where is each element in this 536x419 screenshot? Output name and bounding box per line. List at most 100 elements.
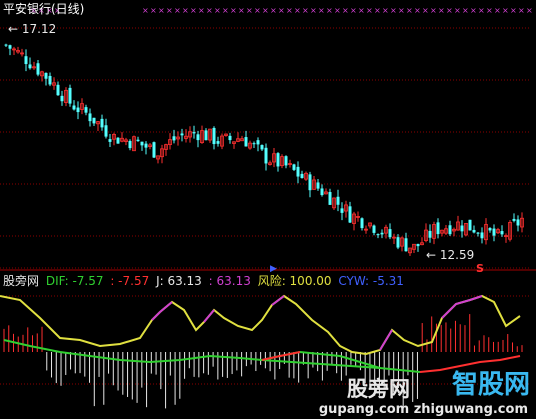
candle-body: [284, 156, 288, 166]
signal-cross-mark: ×: [334, 6, 341, 15]
candle-body: [252, 143, 256, 145]
j-line-high: [203, 309, 215, 323]
candle-body: [48, 75, 52, 85]
candle-body: [404, 238, 408, 252]
signal-cross-mark: ×: [358, 6, 365, 15]
candle-body: [328, 192, 332, 205]
candle-body: [380, 232, 384, 235]
signal-cross-mark: ×: [414, 6, 421, 15]
candle-body: [28, 64, 32, 69]
candle-body: [172, 136, 176, 141]
signal-cross-mark: ×: [446, 6, 453, 15]
candle-body: [260, 145, 264, 150]
candle-body: [372, 225, 376, 233]
signal-cross-mark: ×: [190, 6, 197, 15]
signal-cross-mark: ×: [246, 6, 253, 15]
signal-cross-mark: ×: [318, 6, 325, 15]
candle-body: [180, 133, 184, 136]
candle-body: [116, 137, 120, 144]
candle-body: [216, 141, 220, 144]
candle-body: [108, 139, 112, 142]
signal-cross-mark: ×: [206, 6, 213, 15]
signal-cross-mark: ×: [158, 6, 165, 15]
candle-body: [300, 173, 304, 179]
candle-body: [308, 174, 312, 191]
signal-cross-mark: ×: [230, 6, 237, 15]
candle-body: [24, 56, 28, 65]
signal-cross-mark: ×: [470, 6, 477, 15]
signal-cross-mark: ×: [478, 6, 485, 15]
candle-body: [76, 107, 80, 113]
signal-cross-mark: ×: [454, 6, 461, 15]
candle-body: [152, 142, 156, 158]
candle-body: [244, 137, 248, 147]
legend-cyw: CYW: -5.31: [338, 274, 404, 288]
signal-cross-mark: ×: [222, 6, 229, 15]
candle-body: [480, 232, 484, 239]
j-line-high: [441, 295, 483, 319]
legend-risk: 风险: 100.00: [257, 274, 332, 288]
blue-arrow-marker: ▶: [270, 264, 277, 274]
candle-body: [204, 130, 208, 141]
candle-body: [316, 182, 320, 189]
signal-cross-mark: ×: [310, 6, 317, 15]
sell-signal-marker: S: [476, 262, 484, 275]
signal-cross-mark: ×: [462, 6, 469, 15]
signal-cross-mark: ×: [518, 6, 525, 15]
candle-body: [436, 222, 440, 235]
candle-body: [492, 228, 496, 236]
signal-cross-mark: ×: [294, 6, 301, 15]
candle-body: [100, 118, 104, 128]
signal-cross-mark: ×: [166, 6, 173, 15]
candle-body: [472, 229, 476, 233]
signal-cross-mark: ×: [502, 6, 509, 15]
candle-body: [228, 135, 232, 141]
legend-j: J: 63.13: [156, 274, 202, 288]
candle-body: [264, 147, 268, 164]
signal-cross-mark: ×: [406, 6, 413, 15]
candle-body: [488, 228, 492, 231]
candle-body: [360, 218, 364, 229]
candle-body: [60, 95, 64, 102]
candle-body: [36, 63, 40, 75]
signal-cross-mark: ×: [142, 6, 149, 15]
candle-body: [376, 234, 380, 236]
signal-cross-mark: ×: [270, 6, 277, 15]
signal-cross-mark: ×: [174, 6, 181, 15]
chart-title: 平安银行(日线): [3, 2, 85, 16]
watermark-text-zhigu: 智股网: [451, 370, 530, 400]
signal-cross-mark: ×: [510, 6, 517, 15]
signal-cross-mark: ×: [198, 6, 205, 15]
signal-cross-mark: ×: [214, 6, 221, 15]
candle-body: [56, 84, 60, 96]
candle-body: [44, 72, 48, 79]
signal-cross-mark: ×: [238, 6, 245, 15]
signal-cross-mark: ×: [398, 6, 405, 15]
chart-canvas: × × × × × × × × × × × × × × × × × × × × × × × × × × × × × × × × × × × × × × × ×…: [0, 6, 536, 409]
signal-cross-mark: ×: [278, 6, 285, 15]
signal-cross-mark: ×: [382, 6, 389, 15]
signal-cross-mark: ×: [262, 6, 269, 15]
candle-body: [196, 134, 200, 141]
j-line-high: [271, 295, 285, 306]
signal-cross-mark: ×: [286, 6, 293, 15]
candle-body: [144, 143, 148, 148]
j-line-high: [379, 329, 393, 351]
dif-line: [3, 339, 421, 373]
indicator-header: 股旁网 DIF: -7.57 : -7.57 J: 63.13 : 63.13 …: [3, 274, 407, 288]
signal-cross-mark: ×: [182, 6, 189, 15]
signal-cross-mark: ×: [374, 6, 381, 15]
candle-body: [140, 141, 144, 146]
low-price-label: ← 12.59: [426, 248, 474, 262]
candle-body: [68, 87, 72, 104]
watermark-text-gupang: 股旁网: [347, 377, 410, 401]
candle-body: [84, 107, 88, 113]
signal-cross-mark: ×: [342, 6, 349, 15]
signal-cross-mark: ×: [390, 6, 397, 15]
candle-body: [72, 105, 76, 110]
signal-cross-mark: ×: [350, 6, 357, 15]
signal-cross-mark: ×: [438, 6, 445, 15]
candle-body: [500, 231, 504, 235]
candle-body: [476, 232, 480, 234]
candle-body: [104, 125, 108, 137]
